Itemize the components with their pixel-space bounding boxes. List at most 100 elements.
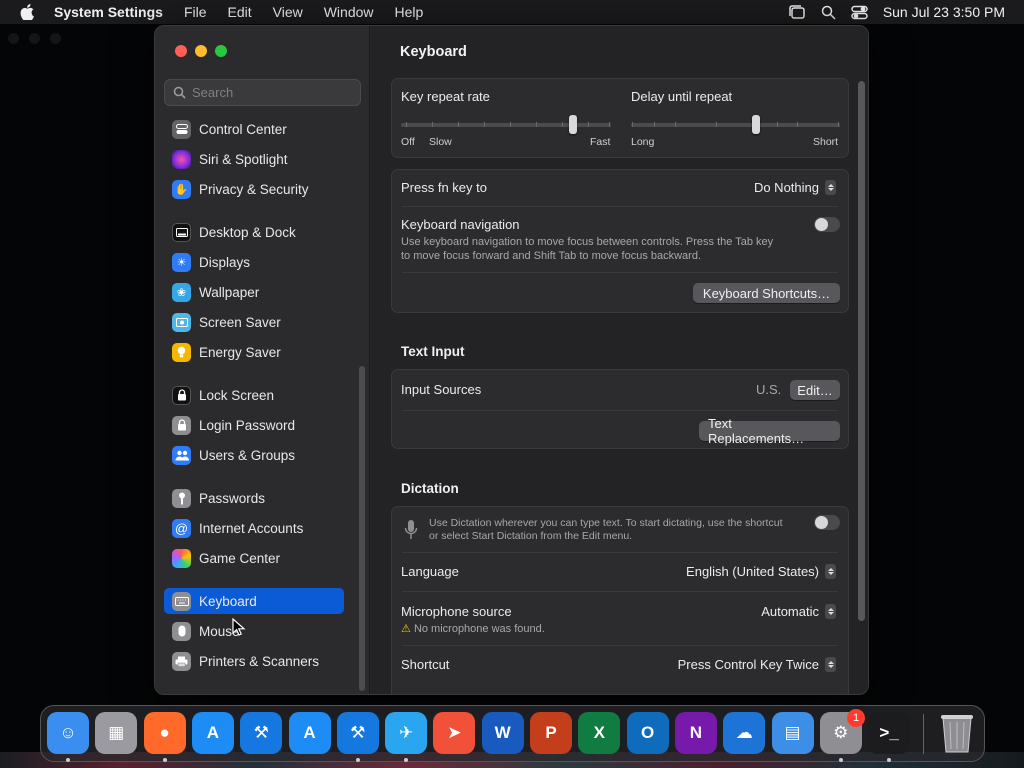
lock-icon [172,385,191,405]
language-label: Language [401,564,459,579]
divider [402,206,838,207]
xcode-icon[interactable]: ⚒ [240,712,283,754]
lock-icon [172,415,191,435]
sidebar-item-label: Displays [199,254,251,270]
delay-slider-knob[interactable] [752,115,761,134]
screen-saver-icon [172,312,191,332]
files-icon[interactable]: ▤ [771,712,814,754]
sidebar-search[interactable] [164,79,361,106]
sidebar-item-internet-accounts[interactable]: @ Internet Accounts [164,515,344,541]
sidebar-item-label: Siri & Spotlight [199,151,288,167]
keyboard-icon [172,591,191,611]
sidebar-item-label: Screen Saver [199,314,281,330]
apple-icon[interactable] [20,4,34,20]
sidebar-item-label: Control Center [199,121,287,137]
menu-help[interactable]: Help [395,4,424,20]
menu-clock[interactable]: Sun Jul 23 3:50 PM [883,4,1005,20]
app-store-2-icon[interactable]: A [288,712,331,754]
delay-max-label: Short [813,136,839,148]
fn-key-popup[interactable]: Do Nothing [754,180,836,195]
keyboard-shortcuts-button[interactable]: Keyboard Shortcuts… [693,283,840,303]
menu-edit[interactable]: Edit [228,4,252,20]
trash-icon[interactable] [939,712,975,754]
language-popup[interactable]: English (United States) [686,564,836,579]
zoom-button[interactable] [215,45,227,57]
menu-file[interactable]: File [184,4,207,20]
sidebar-item-passwords[interactable]: Passwords [164,485,344,511]
sidebar-item-energy-saver[interactable]: Energy Saver [164,339,344,365]
spotlight-search-icon[interactable] [821,5,836,20]
divider [402,591,838,592]
sidebar-item-mouse[interactable]: Mouse [164,618,344,644]
text-replacements-button[interactable]: Text Replacements… [699,416,840,446]
mouse-icon [172,621,191,641]
key-repeat-slider-knob[interactable] [569,115,578,134]
onenote-icon[interactable]: N [674,712,717,754]
xcode-2-icon[interactable]: ⚒ [336,712,379,754]
menu-app-name[interactable]: System Settings [54,4,163,20]
sidebar-item-keyboard[interactable]: Keyboard [164,588,344,614]
dictation-heading: Dictation [401,481,459,496]
stage-manager-icon[interactable] [788,4,806,20]
swift-icon[interactable]: ➤ [433,712,476,754]
control-center-icon [172,119,191,139]
finder-icon[interactable]: ☺ [47,712,89,754]
sidebar-item-wallpaper[interactable]: ❀ Wallpaper [164,279,344,305]
keyboard-navigation-desc-1: Use keyboard navigation to move focus be… [401,236,774,248]
sidebar-item-label: Wallpaper [199,284,260,300]
sidebar-item-login-password[interactable]: Login Password [164,412,344,438]
input-sources-edit-button[interactable]: Edit… [790,380,840,400]
minimize-button[interactable] [195,45,207,57]
menu-view[interactable]: View [273,4,303,20]
sidebar-item-users-groups[interactable]: Users & Groups [164,442,344,468]
search-input[interactable] [192,85,352,100]
sidebar-item-printers-scanners[interactable]: Printers & Scanners [164,648,344,674]
dictation-toggle[interactable] [814,515,840,530]
sidebar-item-privacy-security[interactable]: ✋ Privacy & Security [164,176,344,202]
app-store-icon[interactable]: A [191,712,234,754]
powerpoint-icon[interactable]: P [530,712,572,754]
microphone-source-popup[interactable]: Automatic [761,604,836,619]
testflight-icon[interactable]: ✈ [385,712,428,754]
dictation-desc-2: or select Start Dictation from the Edit … [429,530,633,542]
sidebar-item-game-center[interactable]: Game Center [164,545,344,571]
running-indicator [404,758,409,762]
running-indicator [162,758,167,762]
sidebar-list: Control Center Siri & Spotlight ✋ Privac… [155,116,355,691]
dock-separator [923,714,924,754]
shortcut-popup[interactable]: Press Control Key Twice [678,657,836,672]
running-indicator [355,758,360,762]
sidebar-item-desktop-dock[interactable]: Desktop & Dock [164,219,344,245]
background-window-controls [8,33,61,44]
launchpad-icon[interactable]: ▦ [95,712,138,754]
sidebar-item-control-center[interactable]: Control Center [164,116,344,142]
firefox-icon[interactable]: ● [143,712,186,754]
flower-icon: ❀ [172,282,191,302]
sidebar-item-displays[interactable]: ☀ Displays [164,249,344,275]
sidebar-scrollbar[interactable] [359,366,365,691]
key-repeat-min-slow: Slow [429,136,452,148]
sidebar-item-lock-screen[interactable]: Lock Screen [164,382,344,408]
sidebar-item-label: Internet Accounts [199,520,304,536]
content-scrollbar[interactable] [858,81,865,621]
terminal-icon[interactable]: >_ [868,712,911,754]
control-center-icon[interactable] [851,5,868,20]
sidebar-item-siri-spotlight[interactable]: Siri & Spotlight [164,146,344,172]
keyboard-navigation-toggle[interactable] [814,217,840,232]
microphone-icon [404,520,418,539]
microphone-source-label: Microphone source [401,604,512,619]
delay-min-label: Long [631,136,655,148]
onedrive-icon[interactable]: ☁ [723,712,766,754]
outlook-icon[interactable]: O [626,712,669,754]
divider [402,645,838,646]
menu-window[interactable]: Window [324,4,374,20]
delay-slider[interactable] [631,123,840,127]
word-icon[interactable]: W [481,712,524,754]
sidebar-item-screen-saver[interactable]: Screen Saver [164,309,344,335]
close-button[interactable] [175,45,187,57]
key-repeat-max-label: Fast [590,136,611,148]
divider [402,410,838,411]
text-input-group: Input Sources U.S. Edit… Text Replacemen… [391,369,849,449]
key-repeat-label: Key repeat rate [401,89,490,104]
excel-icon[interactable]: X [578,712,621,754]
